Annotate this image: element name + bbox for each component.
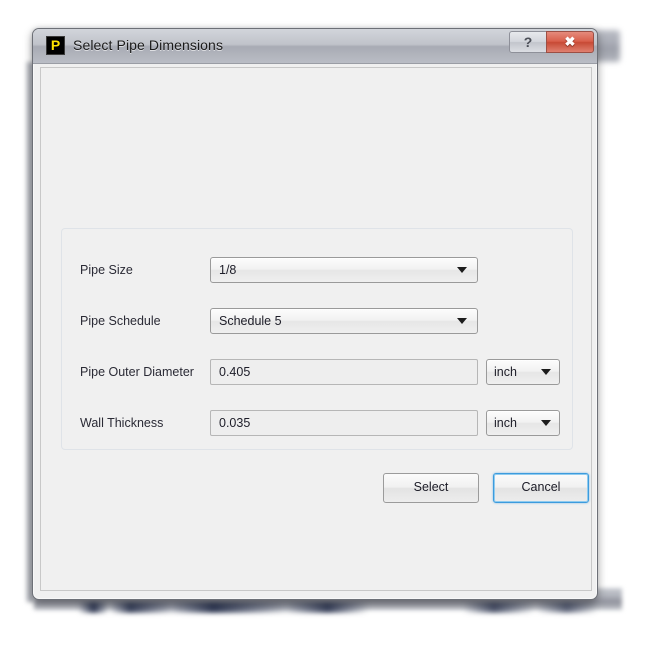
- help-button[interactable]: ?: [509, 31, 547, 53]
- row-wall-thickness: Wall Thickness inch: [62, 410, 572, 436]
- background-bottom-text-blur: [78, 602, 598, 613]
- dialog-client-area: Pipe Size 1/8 Pipe Schedule Schedule 5 P…: [40, 67, 592, 591]
- pipe-outer-diameter-unit-combobox[interactable]: inch: [486, 359, 560, 385]
- dialog-title: Select Pipe Dimensions: [73, 37, 224, 53]
- chevron-down-icon: [457, 267, 467, 273]
- wall-thickness-unit-combobox[interactable]: inch: [486, 410, 560, 436]
- pipe-size-value: 1/8: [219, 263, 237, 277]
- label-pipe-size: Pipe Size: [80, 263, 133, 277]
- row-pipe-schedule: Pipe Schedule Schedule 5: [62, 308, 572, 334]
- dialog-action-bar: Select Cancel: [61, 473, 589, 505]
- wall-thickness-unit-value: inch: [494, 416, 517, 430]
- pipe-schedule-value: Schedule 5: [219, 314, 282, 328]
- window-buttons: ? ✖: [509, 31, 594, 55]
- pipe-outer-diameter-input[interactable]: [210, 359, 478, 385]
- chevron-down-icon: [457, 318, 467, 324]
- pipe-size-combobox[interactable]: 1/8: [210, 257, 478, 283]
- screenshot-root: P Select Pipe Dimensions ? ✖ Pipe Size 1…: [0, 0, 654, 654]
- chevron-down-icon: [541, 420, 551, 426]
- row-pipe-outer-diameter: Pipe Outer Diameter inch: [62, 359, 572, 385]
- select-pipe-dimensions-dialog: P Select Pipe Dimensions ? ✖ Pipe Size 1…: [32, 28, 598, 600]
- chevron-down-icon: [541, 369, 551, 375]
- cancel-button[interactable]: Cancel: [493, 473, 589, 503]
- row-pipe-size: Pipe Size 1/8: [62, 257, 572, 283]
- label-pipe-outer-diameter: Pipe Outer Diameter: [80, 365, 194, 379]
- close-button[interactable]: ✖: [546, 31, 594, 53]
- pipe-dimensions-group: Pipe Size 1/8 Pipe Schedule Schedule 5 P…: [61, 228, 573, 450]
- label-wall-thickness: Wall Thickness: [80, 416, 164, 430]
- dialog-title-bar[interactable]: P Select Pipe Dimensions ? ✖: [33, 29, 597, 64]
- pipe-outer-diameter-unit-value: inch: [494, 365, 517, 379]
- label-pipe-schedule: Pipe Schedule: [80, 314, 161, 328]
- select-button[interactable]: Select: [383, 473, 479, 503]
- wall-thickness-input[interactable]: [210, 410, 478, 436]
- app-icon: P: [46, 36, 65, 55]
- pipe-schedule-combobox[interactable]: Schedule 5: [210, 308, 478, 334]
